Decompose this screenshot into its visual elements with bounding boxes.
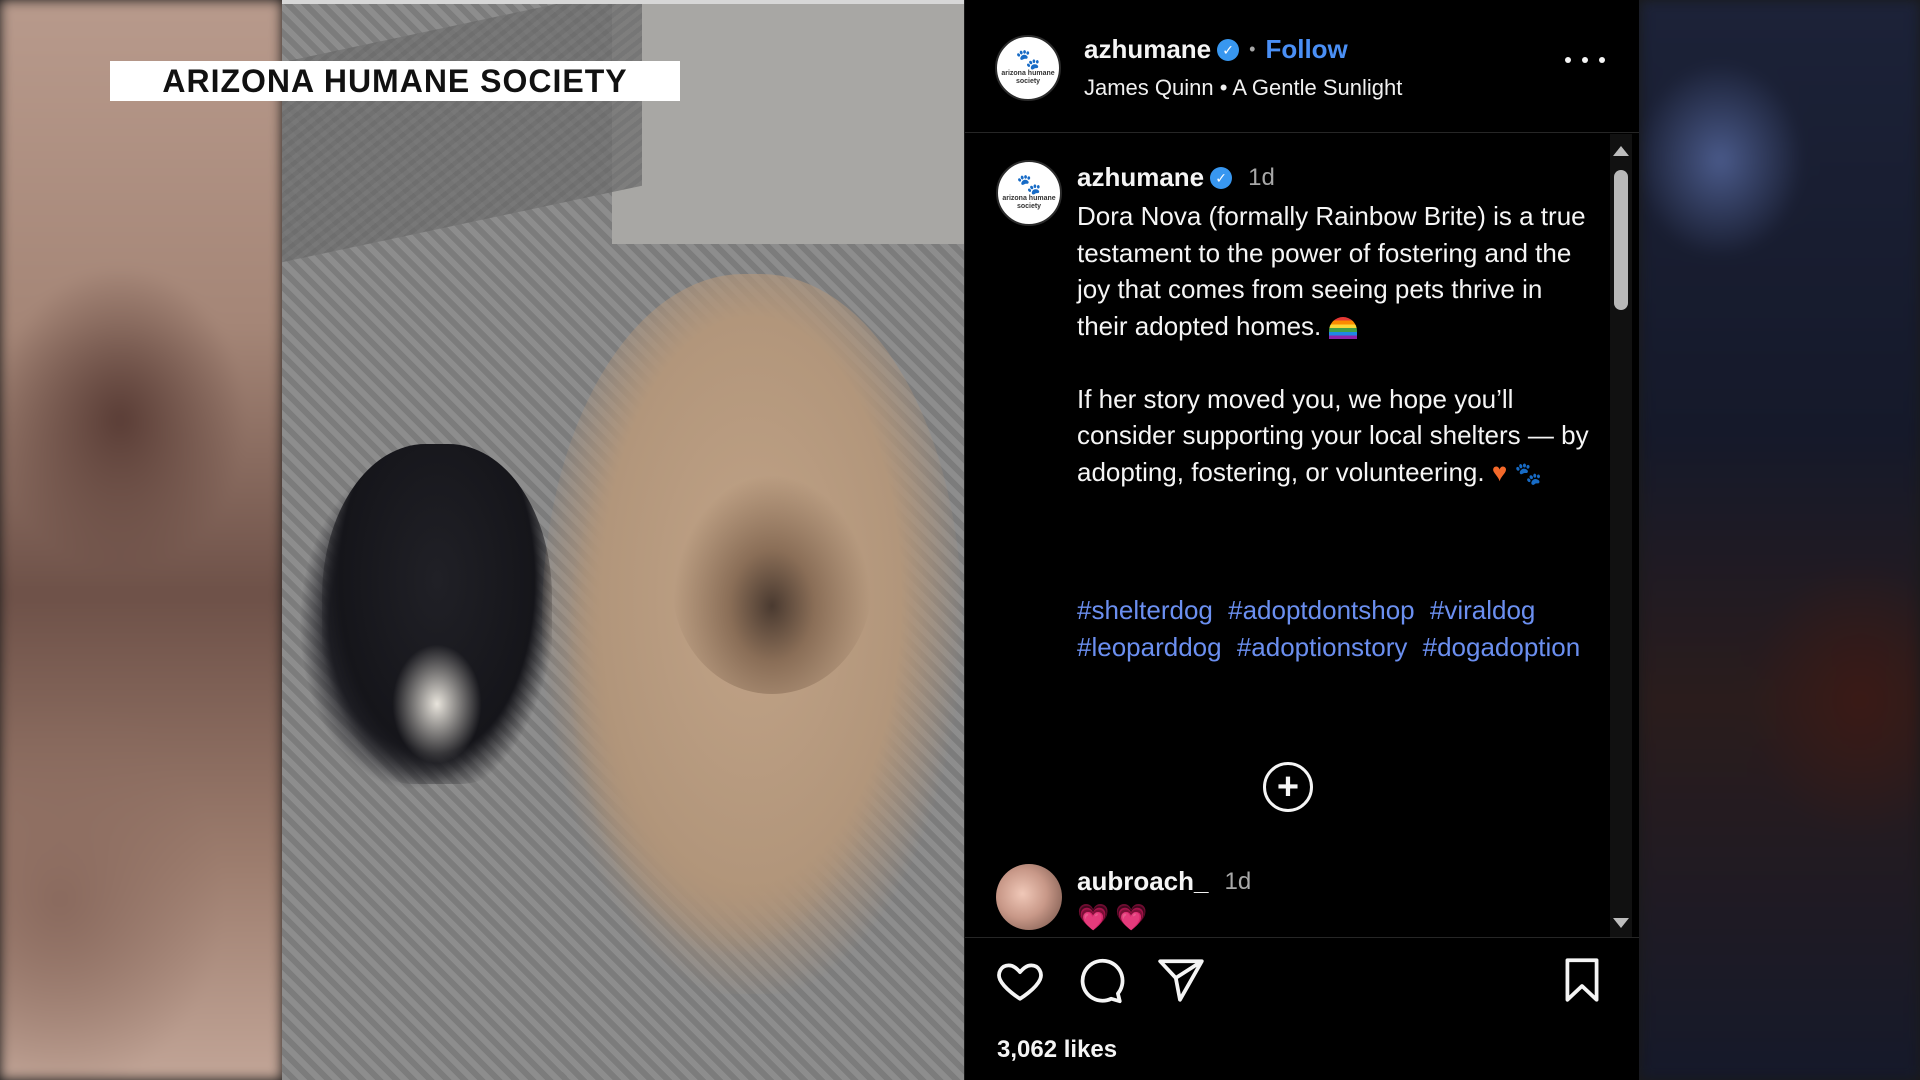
- comment-bubble-icon[interactable]: [1075, 955, 1125, 1005]
- header-audio-credit[interactable]: James Quinn • A Gentle Sunlight: [1084, 75, 1402, 101]
- scrollbar-thumb[interactable]: [1614, 170, 1628, 310]
- hashtag-link[interactable]: #leoparddog: [1077, 632, 1222, 662]
- rainbow-emoji-icon: [1328, 316, 1357, 339]
- comments-scrollbar[interactable]: [1610, 134, 1632, 937]
- scroll-down-arrow-icon[interactable]: [1613, 918, 1629, 928]
- header-username[interactable]: azhumane: [1084, 34, 1211, 65]
- commenter-username[interactable]: aubroach_: [1077, 866, 1209, 897]
- comment-meta: aubroach_ 1d: [1077, 866, 1251, 897]
- verified-badge-icon: ✓: [1210, 166, 1233, 189]
- heart-icon[interactable]: [995, 955, 1045, 1005]
- likes-count[interactable]: 3,062 likes: [997, 1036, 1117, 1064]
- post-actions-bar: [965, 955, 1639, 1015]
- hashtag-link[interactable]: #adoptdontshop: [1228, 595, 1415, 625]
- bookmark-icon[interactable]: [1557, 955, 1607, 1005]
- avatar-logo-text: arizona humane society: [1002, 195, 1056, 210]
- header-username-row: azhumane ✓ • Follow: [1084, 34, 1348, 65]
- hashtag-link[interactable]: #adoptionstory: [1237, 632, 1408, 662]
- hashtag-list: #shelterdog #adoptdontshop #viraldog #le…: [1077, 592, 1597, 665]
- avatar-logo-text: arizona humane society: [1001, 70, 1055, 85]
- follow-button[interactable]: Follow: [1265, 34, 1347, 65]
- photo-floor-tile: [612, 4, 964, 244]
- post-header: 🐾 arizona humane society azhumane ✓ • Fo…: [965, 0, 1639, 133]
- paw-prints-emoji-icon: 🐾: [1514, 460, 1542, 486]
- instagram-post-panel: 🐾 arizona humane society azhumane ✓ • Fo…: [965, 0, 1639, 1080]
- profile-avatar[interactable]: 🐾 arizona humane society: [995, 35, 1061, 101]
- hashtag-link[interactable]: #shelterdog: [1077, 595, 1213, 625]
- header-separator: •: [1249, 39, 1256, 59]
- photo-large-dog-face: [672, 474, 872, 694]
- post-caption: Dora Nova (formally Rainbow Brite) is a …: [1077, 198, 1597, 492]
- blurred-background-left: [0, 0, 282, 1080]
- hashtag-link[interactable]: #dogadoption: [1423, 632, 1581, 662]
- blurred-background-right: [1640, 0, 1920, 1080]
- post-timestamp: 1d: [1248, 163, 1275, 191]
- post-photo: [282, 0, 964, 1080]
- comment-timestamp: 1d: [1224, 867, 1252, 895]
- commenter-avatar[interactable]: [996, 864, 1062, 930]
- post-author-username[interactable]: azhumane: [1077, 162, 1204, 193]
- paw-logo-icon: 🐾: [1015, 49, 1041, 71]
- more-options-icon[interactable]: [1565, 50, 1605, 70]
- hashtag-link[interactable]: #viraldog: [1430, 595, 1536, 625]
- orange-heart-emoji-icon: ♥: [1491, 456, 1508, 487]
- photo-small-dog-chest: [392, 644, 482, 764]
- comments-scroll-area[interactable]: 🐾 arizona humane society azhumane ✓ 1d D…: [965, 134, 1639, 938]
- post-author-avatar[interactable]: 🐾 arizona humane society: [996, 160, 1062, 226]
- photo-floor-mat: [282, 4, 642, 263]
- verified-badge-icon: ✓: [1217, 38, 1240, 61]
- post-author-meta: azhumane ✓ 1d: [1077, 162, 1275, 193]
- scroll-up-arrow-icon[interactable]: [1613, 146, 1629, 156]
- paw-logo-icon: 🐾: [1016, 174, 1042, 196]
- comment-text: 💗💗: [1077, 902, 1154, 932]
- news-overlay-caption: ARIZONA HUMANE SOCIETY: [110, 61, 680, 101]
- paper-plane-icon[interactable]: [1156, 955, 1206, 1005]
- add-circle-icon[interactable]: +: [1263, 762, 1313, 812]
